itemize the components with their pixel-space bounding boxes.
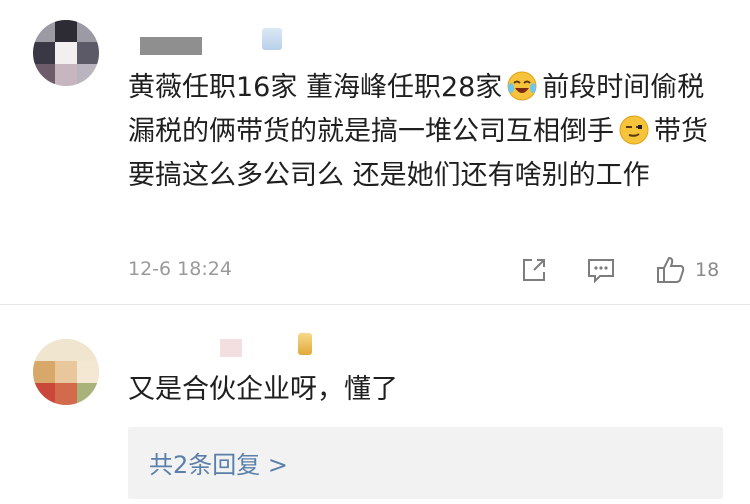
username-blurred[interactable] (140, 37, 202, 55)
comment-body: 又是合伙企业呀，懂了 (128, 374, 398, 405)
like-icon (657, 256, 685, 283)
vip-badge-icon (262, 28, 282, 50)
share-icon (523, 259, 545, 281)
comment-button[interactable] (586, 252, 616, 288)
username-blurred[interactable] (220, 339, 242, 357)
comment-actions: 18 (0, 252, 750, 288)
comment-text-part-1: 黄薇任职16家 董海峰任职28家 (128, 72, 503, 103)
comment-icon (588, 259, 614, 284)
view-replies-link[interactable]: 共2条回复 > (149, 445, 288, 480)
like-button[interactable]: 18 (655, 252, 719, 288)
share-button[interactable] (519, 252, 549, 288)
reply-preview[interactable]: 共2条回复 > (128, 427, 723, 499)
vip-badge-icon (298, 333, 312, 355)
comment-body: 黄薇任职16家 董海峰任职28家 前段时间偷税漏税的俩带货的就是搞一堆公司互相倒手… (128, 66, 728, 198)
comment-item: 黄薇任职16家 董海峰任职28家 前段时间偷税漏税的俩带货的就是搞一堆公司互相倒手… (0, 0, 750, 304)
avatar[interactable] (33, 20, 99, 86)
comment-item: 又是合伙企业呀，懂了 共2条回复 > (0, 305, 750, 504)
like-count: 18 (695, 259, 720, 281)
laugh-cry-emoji-icon (506, 70, 538, 102)
avatar[interactable] (33, 339, 99, 405)
smirk-emoji-icon (618, 114, 650, 146)
